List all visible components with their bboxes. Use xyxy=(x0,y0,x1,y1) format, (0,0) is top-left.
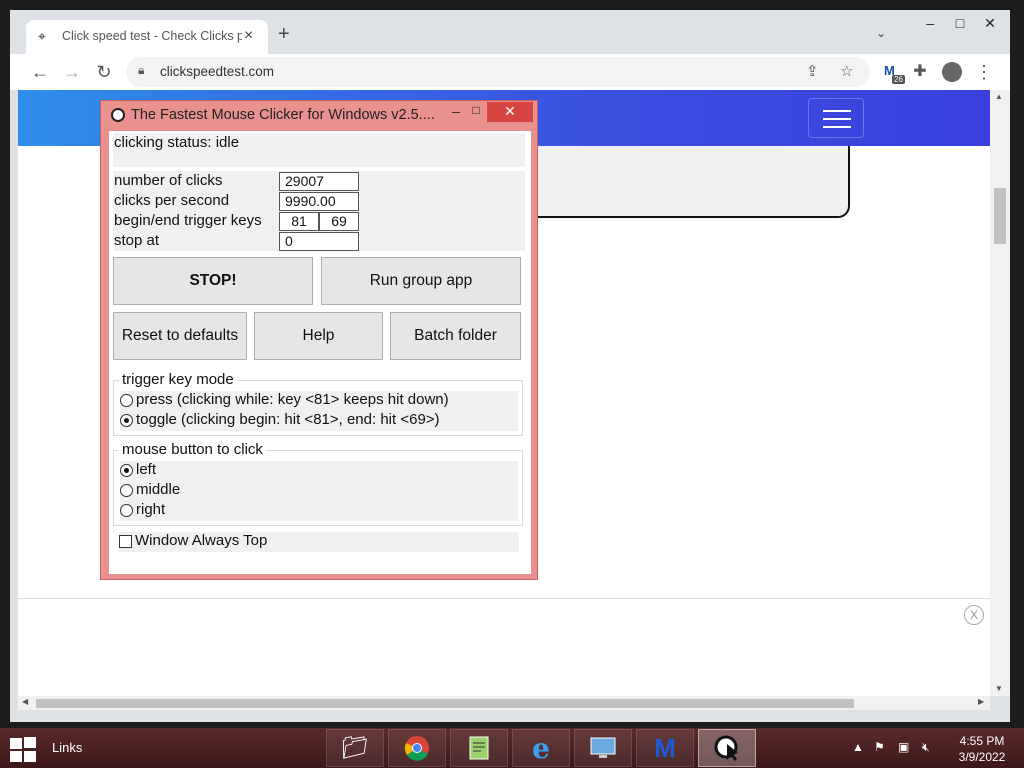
right-label: right xyxy=(136,501,166,518)
batch-folder-button[interactable]: Batch folder xyxy=(390,312,521,360)
trigger-mode-title: trigger key mode xyxy=(119,371,237,388)
tab-title: Click speed test - Check Clicks p xyxy=(62,29,242,43)
stop-button[interactable]: STOP! xyxy=(113,257,313,305)
run-group-app-button[interactable]: Run group app xyxy=(321,257,521,305)
left-label: left xyxy=(136,461,157,478)
left-button-option[interactable]: left xyxy=(120,461,518,481)
app-window-title: The Fastest Mouse Clicker for Windows v2… xyxy=(131,107,435,123)
browser-toolbar: ← → ↻ 🔒︎ clickspeedtest.com ⇪ ☆ M 26 ✚ ⋮ xyxy=(10,54,1010,90)
network-icon[interactable]: ▣ xyxy=(898,740,909,754)
ad-close-icon[interactable]: X xyxy=(964,605,984,625)
lock-icon[interactable]: 🔒︎ xyxy=(138,63,144,78)
links-toolbar[interactable]: Links xyxy=(52,740,82,755)
taskbar: Links 📁︎ e M ▲ ⚑ ▣ 🔇︎ 4:55 PM 3/9/2022 xyxy=(0,728,1024,768)
horizontal-scroll-thumb[interactable] xyxy=(36,699,854,708)
press-radio[interactable] xyxy=(120,394,133,407)
trigger-begin-field[interactable]: 81 xyxy=(279,212,319,231)
stop-at-field[interactable]: 0 xyxy=(279,232,359,251)
press-label: press (clicking while: key <81> keeps hi… xyxy=(136,391,449,408)
clicker-app-window: The Fastest Mouse Clicker for Windows v2… xyxy=(100,100,538,580)
share-icon[interactable]: ⇪ xyxy=(806,62,819,80)
volume-muted-icon[interactable]: 🔇︎ xyxy=(922,740,930,755)
toggle-mode-option[interactable]: toggle (clicking begin: hit <81>, end: h… xyxy=(120,411,518,431)
forward-button[interactable]: → xyxy=(60,60,84,84)
back-button[interactable]: ← xyxy=(28,60,52,84)
malwarebytes-extension-icon[interactable]: M 26 xyxy=(884,63,905,84)
bookmark-star-icon[interactable]: ☆ xyxy=(840,62,853,80)
clicks-label: number of clicks xyxy=(114,172,223,189)
press-mode-option[interactable]: press (clicking while: key <81> keeps hi… xyxy=(120,391,518,411)
tab-clickspeedtest[interactable]: ⌖ Click speed test - Check Clicks p × xyxy=(26,20,268,54)
stats-panel: number of clicks 29007 clicks per second… xyxy=(113,171,525,251)
vertical-scroll-thumb[interactable] xyxy=(994,188,1006,244)
reset-defaults-button[interactable]: Reset to defaults xyxy=(113,312,247,360)
cursor-click-icon: ⌖ xyxy=(38,28,46,44)
tab-close-icon[interactable]: × xyxy=(244,27,253,45)
tray-overflow-icon[interactable]: ▲ xyxy=(852,740,864,754)
clicks-count-field: 29007 xyxy=(279,172,359,191)
profile-avatar[interactable] xyxy=(942,62,962,82)
address-bar[interactable]: 🔒︎ clickspeedtest.com ⇪ ☆ xyxy=(126,57,870,87)
middle-label: middle xyxy=(136,481,181,498)
notepad-plus-icon[interactable] xyxy=(450,729,508,767)
divider xyxy=(18,598,990,599)
always-top-option[interactable]: Window Always Top xyxy=(119,532,519,552)
tab-search-button[interactable]: ⌄ xyxy=(876,26,886,40)
scroll-right-arrow-icon[interactable]: ▶ xyxy=(978,697,984,706)
app-client-area: clicking status: idle number of clicks 2… xyxy=(109,131,531,574)
mouse-clicker-icon[interactable] xyxy=(698,729,756,767)
scroll-down-arrow-icon[interactable]: ▼ xyxy=(995,684,1003,693)
file-explorer-icon[interactable]: 📁︎ xyxy=(326,729,384,767)
app-close-button[interactable]: ✕ xyxy=(487,102,533,122)
horizontal-scrollbar[interactable]: ◀ ▶ xyxy=(18,696,990,710)
always-top-label: Window Always Top xyxy=(135,532,268,549)
toggle-label: toggle (clicking begin: hit <81>, end: h… xyxy=(136,411,440,428)
vertical-scrollbar[interactable]: ▲ ▼ xyxy=(990,90,1010,696)
help-button[interactable]: Help xyxy=(254,312,383,360)
middle-radio[interactable] xyxy=(120,484,133,497)
action-center-flag-icon[interactable]: ⚑ xyxy=(874,740,885,754)
cps-label: clicks per second xyxy=(114,192,230,209)
clicking-status: clicking status: idle xyxy=(114,134,240,151)
scroll-up-arrow-icon[interactable]: ▲ xyxy=(995,92,1003,101)
trigger-end-field[interactable]: 69 xyxy=(319,212,359,231)
click-area-card[interactable] xyxy=(518,146,850,218)
menu-kebab-icon[interactable]: ⋮ xyxy=(972,60,996,84)
trigger-mode-group: press (clicking while: key <81> keeps hi… xyxy=(113,380,523,436)
clock-time: 4:55 PM xyxy=(959,734,1005,748)
mouse-button-title: mouse button to click xyxy=(119,441,266,458)
left-radio[interactable] xyxy=(120,464,133,477)
clock-date: 3/9/2022 xyxy=(958,750,1006,764)
stop-at-label: stop at xyxy=(114,232,160,249)
right-button-option[interactable]: right xyxy=(120,501,518,521)
clicker-app-icon xyxy=(111,108,125,122)
internet-explorer-icon[interactable]: e xyxy=(512,729,570,767)
trigger-keys-label: begin/end trigger keys xyxy=(114,212,262,229)
status-panel: clicking status: idle xyxy=(113,133,525,167)
hamburger-menu-icon[interactable] xyxy=(808,98,864,138)
control-panel-icon[interactable] xyxy=(574,729,632,767)
scroll-left-arrow-icon[interactable]: ◀ xyxy=(22,697,28,706)
tab-strip: ⌖ Click speed test - Check Clicks p × + … xyxy=(10,10,1010,54)
cps-field: 9990.00 xyxy=(279,192,359,211)
system-clock[interactable]: 4:55 PM 3/9/2022 xyxy=(952,733,1012,765)
url-text: clickspeedtest.com xyxy=(160,64,275,79)
new-tab-button[interactable]: + xyxy=(278,24,290,44)
chrome-icon[interactable] xyxy=(388,729,446,767)
windows-start-icon[interactable] xyxy=(8,736,38,762)
close-button[interactable]: ✕ xyxy=(972,12,1008,36)
always-top-checkbox[interactable] xyxy=(119,535,132,548)
middle-button-option[interactable]: middle xyxy=(120,481,518,501)
reload-button[interactable]: ↻ xyxy=(92,60,116,84)
right-radio[interactable] xyxy=(120,504,133,517)
app-maximize-button[interactable]: □ xyxy=(463,103,489,123)
extensions-puzzle-icon[interactable]: ✚ xyxy=(908,60,932,84)
malwarebytes-icon[interactable]: M xyxy=(636,729,694,767)
mouse-button-group: left middle right xyxy=(113,450,523,526)
toggle-radio[interactable] xyxy=(120,414,133,427)
